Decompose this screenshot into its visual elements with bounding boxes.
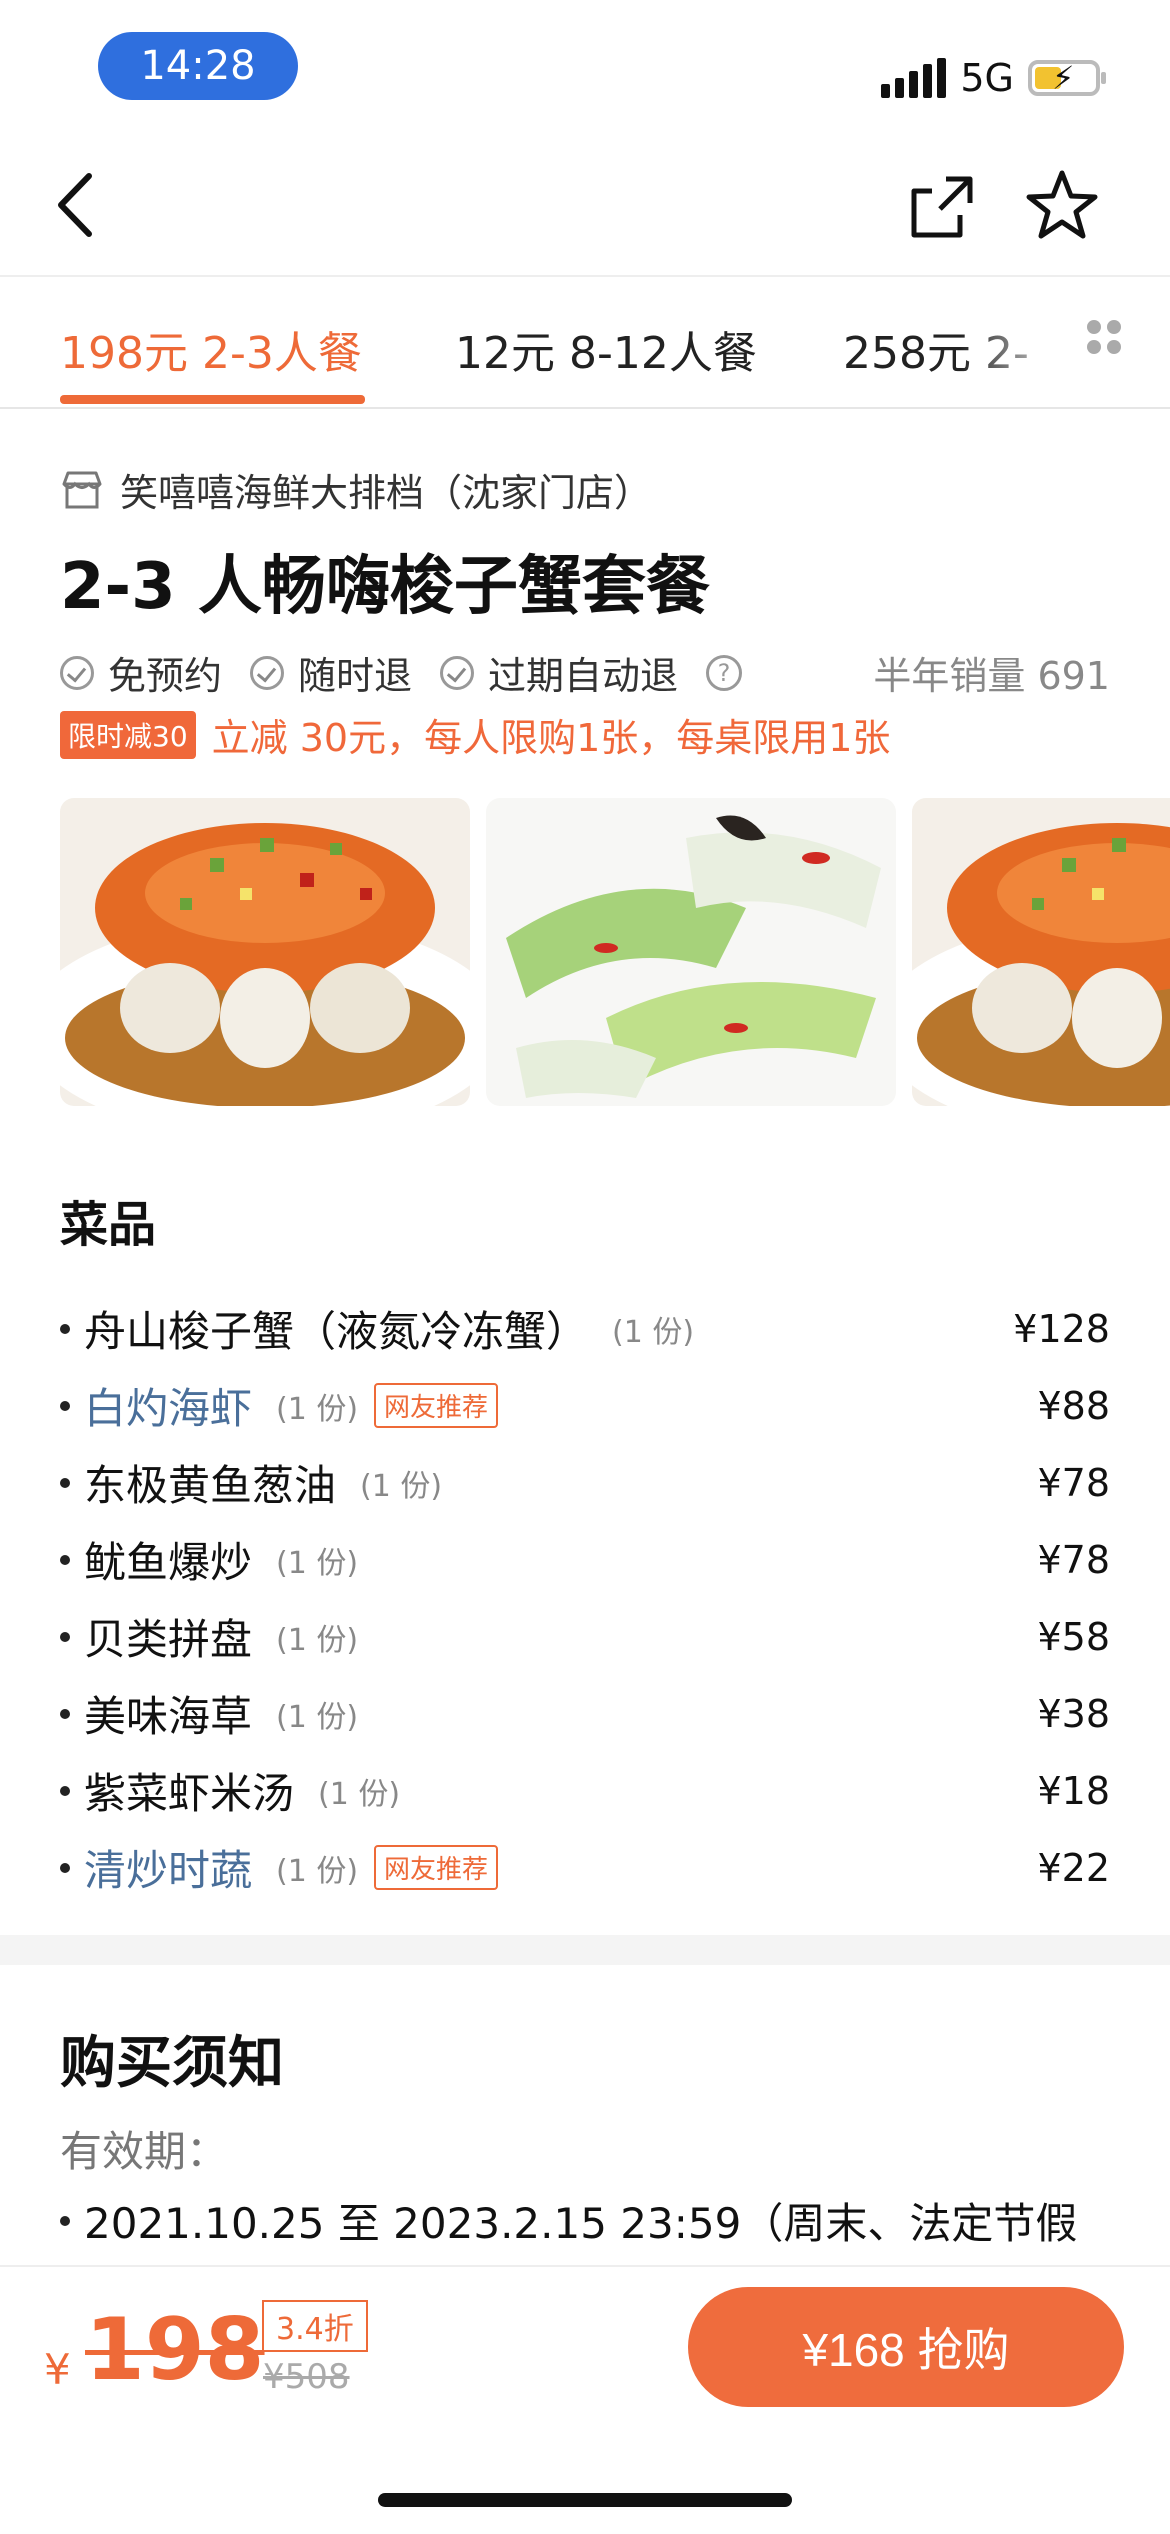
- recommend-badge: 网友推荐: [374, 1383, 499, 1428]
- star-icon: [1026, 170, 1098, 239]
- check-circle-icon: [60, 655, 94, 690]
- tab-fade: [960, 307, 1080, 377]
- dish-name: 东极黄鱼葱油: [84, 1461, 337, 1510]
- dish-name: 贝类拼盘: [84, 1615, 253, 1664]
- photo-crab[interactable]: [60, 798, 470, 1106]
- dish-list: 舟山梭子蟹（液氮冷冻蟹） (1 份) ¥128 白灼海虾 (1 份) 网友推荐 …: [60, 1290, 1110, 1906]
- status-indicators: 5G ⚡: [881, 50, 1106, 106]
- bullet: [60, 1785, 70, 1796]
- dish-price: ¥78: [1037, 1537, 1110, 1582]
- dish-price: ¥78: [1037, 1460, 1110, 1505]
- dish-name: 紫菜虾米汤: [84, 1769, 295, 1818]
- dish-price: ¥58: [1037, 1614, 1110, 1659]
- feature-label: 过期自动退: [488, 654, 679, 698]
- bullet: [60, 1400, 70, 1411]
- shop-link[interactable]: 笑嘻嘻海鲜大排档（沈家门店）: [60, 462, 652, 517]
- bullet: [60, 1554, 70, 1565]
- tab-package-1[interactable]: 198元 2-3人餐: [60, 317, 362, 381]
- validity-text: 2021.10.25 至 2023.2.15 23:59（周末、法定节假: [60, 2190, 1077, 2251]
- signal-icon: [881, 58, 947, 98]
- recommend-badge: 网友推荐: [374, 1845, 499, 1890]
- package-tabs: 198元 2-3人餐 12元 8-12人餐 258元 2-: [0, 275, 1170, 409]
- dish-item[interactable]: 白灼海虾 (1 份) 网友推荐 ¥88: [60, 1367, 1110, 1444]
- feature-item: 过期自动退: [440, 645, 678, 700]
- bullet: [60, 1708, 70, 1719]
- check-circle-icon: [440, 655, 475, 690]
- sales-count: 半年销量 691: [873, 654, 1110, 698]
- feature-label: 随时退: [298, 654, 413, 698]
- bullet: [60, 1477, 70, 1488]
- dishes-heading: 菜品: [60, 1197, 157, 1253]
- currency-symbol: ¥: [44, 2345, 71, 2394]
- dish-price: ¥38: [1037, 1691, 1110, 1736]
- back-button[interactable]: [36, 165, 116, 245]
- original-price: ¥508: [263, 2357, 350, 2397]
- validity-label: 有效期：: [60, 2127, 229, 2176]
- battery-icon: ⚡: [1028, 60, 1106, 96]
- notice-heading: 购买须知: [60, 2031, 284, 2096]
- network-type: 5G: [960, 56, 1014, 100]
- dish-qty: (1 份): [276, 1622, 359, 1658]
- bullet: [60, 1323, 70, 1334]
- dish-qty: (1 份): [276, 1699, 359, 1735]
- bullet: [60, 1862, 70, 1873]
- feature-label: 免预约: [108, 654, 223, 698]
- feature-list: 免预约 随时退 过期自动退 ?: [60, 645, 743, 700]
- promo-text: 立减 30元，每人限购1张，每桌限用1张: [211, 716, 891, 760]
- discount-badge: 3.4折: [262, 2300, 368, 2352]
- promo-tag: 限时减30: [60, 710, 196, 759]
- validity-value: 2021.10.25 至 2023.2.15 23:59（周末、法定节假: [84, 2199, 1078, 2248]
- check-circle-icon: [250, 655, 285, 690]
- deal-price: 198: [85, 2300, 265, 2400]
- section-divider: [0, 1935, 1170, 1965]
- shop-name: 笑嘻嘻海鲜大排档（沈家门店）: [120, 471, 653, 515]
- share-icon: [911, 176, 973, 238]
- dish-price: ¥128: [1013, 1306, 1110, 1351]
- dish-price: ¥88: [1037, 1383, 1110, 1428]
- feature-item: 随时退: [250, 645, 412, 700]
- store-icon: [62, 471, 102, 508]
- dish-item: 贝类拼盘 (1 份) ¥58: [60, 1598, 1110, 1675]
- dish-item: 舟山梭子蟹（液氮冷冻蟹） (1 份) ¥128: [60, 1290, 1110, 1367]
- deal-title: 2-3 人畅嗨梭子蟹套餐: [60, 550, 710, 624]
- dish-price: ¥22: [1037, 1845, 1110, 1890]
- dish-item: 鱿鱼爆炒 (1 份) ¥78: [60, 1521, 1110, 1598]
- help-icon[interactable]: ?: [706, 654, 743, 691]
- chevron-left-icon: [58, 173, 92, 237]
- dish-item: 东极黄鱼葱油 (1 份) ¥78: [60, 1444, 1110, 1521]
- buy-button[interactable]: ¥168 抢购: [688, 2287, 1124, 2407]
- photo-crab-2[interactable]: [912, 798, 1170, 1106]
- share-button[interactable]: [902, 167, 982, 247]
- dish-item: 美味海草 (1 份) ¥38: [60, 1675, 1110, 1752]
- grid-menu-icon[interactable]: [1084, 317, 1124, 357]
- bullet: [60, 1631, 70, 1642]
- dish-price: ¥18: [1037, 1768, 1110, 1813]
- dish-qty: (1 份): [612, 1314, 695, 1350]
- dish-qty: (1 份): [276, 1391, 359, 1427]
- favorite-button[interactable]: [1022, 165, 1102, 245]
- tab-package-2[interactable]: 12元 8-12人餐: [455, 317, 757, 381]
- home-indicator: [378, 2493, 792, 2507]
- dish-name: 鱿鱼爆炒: [84, 1538, 253, 1587]
- dish-qty: (1 份): [276, 1853, 359, 1889]
- dish-item: 紫菜虾米汤 (1 份) ¥18: [60, 1752, 1110, 1829]
- dish-qty: (1 份): [276, 1545, 359, 1581]
- promo-row: 限时减30 立减 30元，每人限购1张，每桌限用1张: [60, 707, 890, 762]
- dish-item[interactable]: 清炒时蔬 (1 份) 网友推荐 ¥22: [60, 1829, 1110, 1906]
- dish-name[interactable]: 清炒时蔬: [84, 1837, 252, 1898]
- bullet: [60, 2215, 70, 2226]
- dish-name: 舟山梭子蟹（液氮冷冻蟹）: [84, 1307, 589, 1356]
- dish-qty: (1 份): [318, 1776, 401, 1812]
- dish-name[interactable]: 白灼海虾: [84, 1375, 252, 1436]
- dish-name: 美味海草: [84, 1692, 253, 1741]
- dish-qty: (1 份): [360, 1468, 443, 1504]
- status-time: 14:28: [98, 32, 298, 100]
- active-tab-indicator: [60, 395, 365, 404]
- feature-item: 免预约: [60, 645, 222, 700]
- photo-vegetable[interactable]: [486, 798, 896, 1106]
